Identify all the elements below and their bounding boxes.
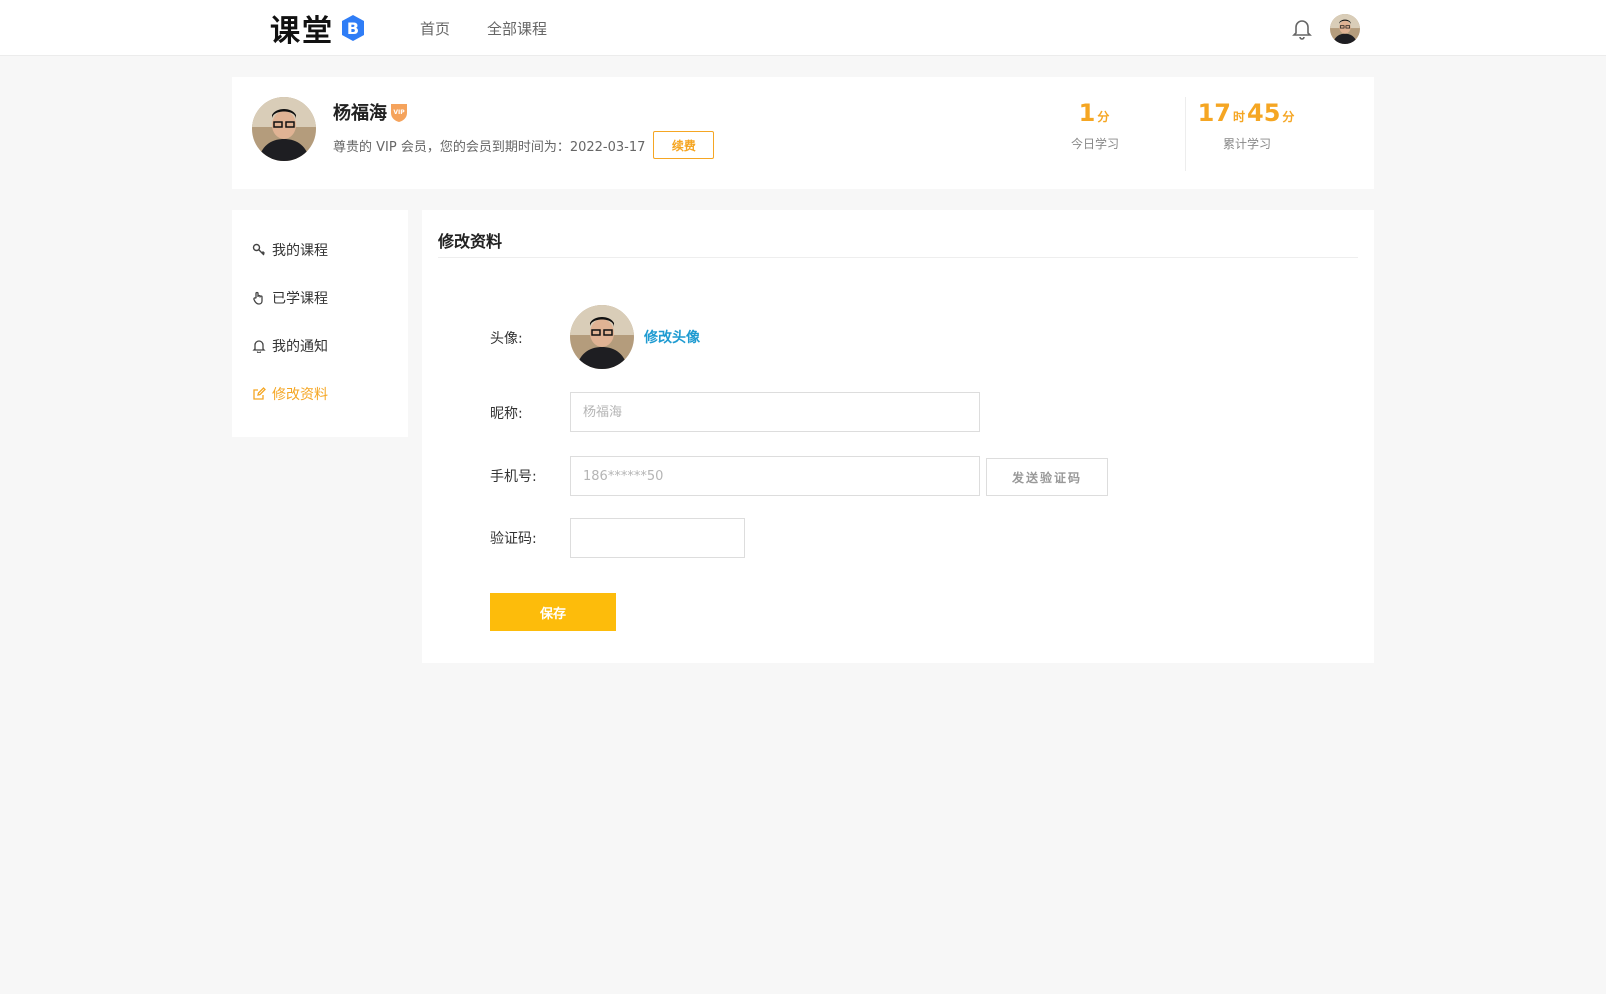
- today-minutes: 1: [1078, 99, 1096, 127]
- key-icon: [252, 243, 265, 256]
- sidebar: 我的课程 已学课程 我的通知 修改资料: [232, 210, 408, 437]
- stat-divider: [1185, 97, 1186, 171]
- sidebar-item-edit-profile[interactable]: 修改资料: [232, 370, 408, 418]
- sidebar-item-label: 我的通知: [272, 339, 328, 355]
- logo-text: 课堂: [270, 14, 334, 49]
- sidebar-item-label: 我的课程: [272, 243, 328, 259]
- svg-text:VIP: VIP: [393, 109, 405, 116]
- svg-text:B: B: [347, 19, 359, 38]
- profile-card: 杨福海 VIP 尊贵的 VIP 会员，您的会员到期时间为：2022-03-17 …: [232, 77, 1374, 189]
- verification-code-input[interactable]: [570, 518, 745, 558]
- renew-button[interactable]: 续费: [653, 131, 715, 159]
- membership-info: 尊贵的 VIP 会员，您的会员到期时间为：2022-03-17 续费: [333, 131, 715, 159]
- profile-name-text: 杨福海: [333, 103, 387, 124]
- avatar-label: 头像:: [490, 331, 523, 347]
- bell-icon: [252, 340, 266, 353]
- sidebar-item-learned-courses[interactable]: 已学课程: [232, 274, 408, 322]
- notification-bell-icon[interactable]: [1292, 18, 1312, 40]
- save-button[interactable]: 保存: [490, 593, 616, 631]
- today-study-value: 1分: [1060, 99, 1130, 127]
- total-study-value: 17 时45 分: [1192, 99, 1302, 127]
- today-unit: 分: [1097, 110, 1110, 124]
- main-nav: 首页 全部课程: [420, 0, 547, 56]
- sidebar-item-notifications[interactable]: 我的通知: [232, 322, 408, 370]
- form-avatar[interactable]: [570, 305, 634, 369]
- user-avatar[interactable]: [1330, 14, 1360, 44]
- send-code-button[interactable]: 发送验证码: [986, 458, 1108, 496]
- logo-badge-icon: B: [338, 13, 368, 43]
- membership-text: 尊贵的 VIP 会员，您的会员到期时间为：2022-03-17: [333, 139, 646, 155]
- profile-avatar: [252, 97, 316, 161]
- minutes-unit: 分: [1282, 110, 1295, 124]
- nickname-input[interactable]: [570, 392, 980, 432]
- hours-unit: 时: [1232, 110, 1245, 124]
- top-navbar: 课堂 B 首页 全部课程: [0, 0, 1606, 56]
- sidebar-item-my-courses[interactable]: 我的课程: [232, 226, 408, 274]
- phone-label: 手机号:: [490, 469, 537, 485]
- nav-all-courses[interactable]: 全部课程: [487, 18, 547, 39]
- edit-profile-panel: 修改资料 头像: 修改头像 昵称: 手机号: 发送验证码 验证码: 保存: [422, 210, 1374, 663]
- vip-badge-icon: VIP: [390, 101, 408, 123]
- logo[interactable]: 课堂 B: [270, 8, 368, 49]
- today-study-label: 今日学习: [1070, 137, 1119, 151]
- phone-input[interactable]: [570, 456, 980, 496]
- total-hours: 17: [1197, 99, 1231, 127]
- total-minutes: 45: [1247, 99, 1281, 127]
- today-study-stat: 1分 今日学习: [1060, 99, 1130, 152]
- edit-icon: [253, 387, 266, 400]
- profile-name: 杨福海 VIP: [333, 99, 408, 125]
- total-study-stat: 17 时45 分 累计学习: [1192, 99, 1302, 152]
- change-avatar-link[interactable]: 修改头像: [644, 327, 700, 347]
- title-divider: [438, 257, 1358, 258]
- sidebar-item-label: 修改资料: [272, 387, 328, 403]
- nav-home[interactable]: 首页: [420, 18, 450, 39]
- sidebar-item-label: 已学课程: [272, 291, 328, 307]
- hand-icon: [253, 291, 263, 305]
- page-title: 修改资料: [438, 232, 503, 251]
- total-study-label: 累计学习: [1222, 137, 1271, 151]
- code-label: 验证码:: [490, 531, 537, 547]
- nickname-label: 昵称:: [490, 406, 523, 422]
